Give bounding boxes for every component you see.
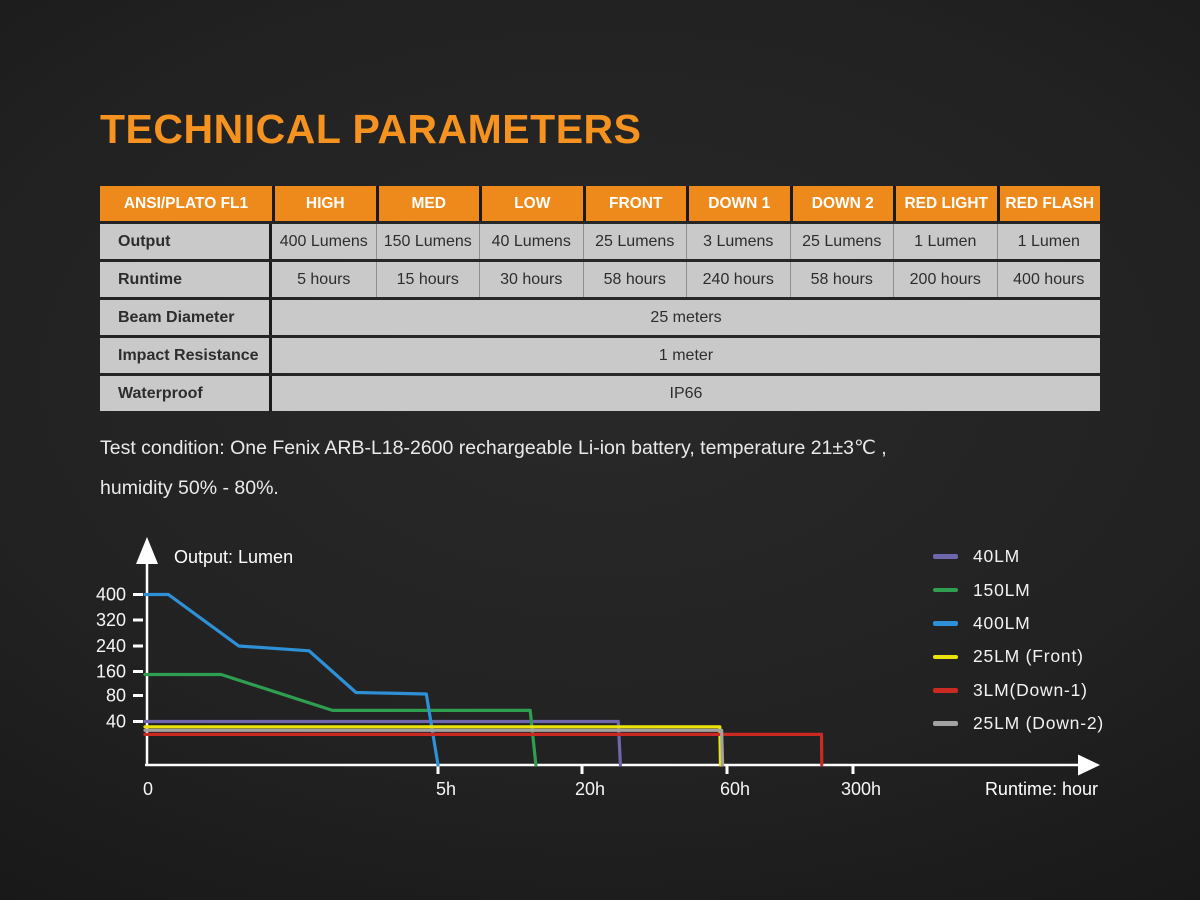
table-span-cell: 25 meters xyxy=(272,300,1100,335)
table-cell: 25 Lumens xyxy=(583,224,687,259)
table-cell: 1 Lumen xyxy=(893,224,997,259)
legend-label: 400LM xyxy=(973,613,1031,634)
legend-item: 150LM xyxy=(933,573,1104,606)
legend-label: 40LM xyxy=(973,546,1020,567)
legend-item: 400LM xyxy=(933,607,1104,640)
y-tick-label: 320 xyxy=(96,610,126,630)
header-cell-front: FRONT xyxy=(583,186,687,221)
header-cell-low: LOW xyxy=(479,186,583,221)
x-tick-label: 20h xyxy=(575,779,605,799)
table-cell: 400 hours xyxy=(997,262,1101,297)
spec-sheet-page: TECHNICAL PARAMETERS ANSI/PLATO FL1HIGHM… xyxy=(0,0,1200,900)
legend-label: 25LM (Front) xyxy=(973,646,1084,667)
legend-swatch-icon xyxy=(933,554,958,559)
header-cell-down-1: DOWN 1 xyxy=(686,186,790,221)
row-label: Runtime xyxy=(100,262,272,297)
table-cell: 25 Lumens xyxy=(790,224,894,259)
legend-swatch-icon xyxy=(933,688,958,693)
table-row: Impact Resistance1 meter xyxy=(100,338,1100,373)
y-tick-label: 80 xyxy=(106,686,126,706)
series-line-400lm xyxy=(145,595,438,766)
table-row: WaterproofIP66 xyxy=(100,376,1100,411)
table-cell: 58 hours xyxy=(790,262,894,297)
legend-label: 150LM xyxy=(973,580,1031,601)
legend-swatch-icon xyxy=(933,588,958,593)
spec-table: ANSI/PLATO FL1HIGHMEDLOWFRONTDOWN 1DOWN … xyxy=(100,183,1100,414)
legend-item: 40LM xyxy=(933,540,1104,573)
y-tick-label: 40 xyxy=(106,712,126,732)
x-tick-label: 0 xyxy=(143,779,153,799)
table-cell: 400 Lumens xyxy=(272,224,376,259)
table-cell: 3 Lumens xyxy=(686,224,790,259)
table-cell: 58 hours xyxy=(583,262,687,297)
table-cell: 150 Lumens xyxy=(376,224,480,259)
legend-item: 3LM(Down-1) xyxy=(933,674,1104,707)
table-cell: 40 Lumens xyxy=(479,224,583,259)
y-axis-title: Output: Lumen xyxy=(174,547,293,567)
table-cell: 240 hours xyxy=(686,262,790,297)
test-condition-note: Test condition: One Fenix ARB-L18-2600 r… xyxy=(100,428,1100,508)
legend-swatch-icon xyxy=(933,721,958,726)
page-title: TECHNICAL PARAMETERS xyxy=(100,106,642,153)
x-tick-label: 5h xyxy=(436,779,456,799)
legend-item: 25LM (Front) xyxy=(933,640,1104,673)
table-span-cell: 1 meter xyxy=(272,338,1100,373)
table-cell: 1 Lumen xyxy=(997,224,1101,259)
table-row: Output400 Lumens150 Lumens40 Lumens25 Lu… xyxy=(100,224,1100,259)
legend-label: 25LM (Down-2) xyxy=(973,713,1104,734)
header-cell-down-2: DOWN 2 xyxy=(790,186,894,221)
legend-swatch-icon xyxy=(933,621,958,626)
spec-table-header-row: ANSI/PLATO FL1HIGHMEDLOWFRONTDOWN 1DOWN … xyxy=(100,186,1100,221)
table-cell: 15 hours xyxy=(376,262,480,297)
x-tick-label: 60h xyxy=(720,779,750,799)
header-cell-ansi-plato: ANSI/PLATO FL1 xyxy=(100,186,272,221)
x-tick-label: 300h xyxy=(841,779,881,799)
legend-swatch-icon xyxy=(933,655,958,660)
test-condition-line2: humidity 50% - 80%. xyxy=(100,477,279,499)
row-label: Waterproof xyxy=(100,376,272,411)
chart-legend: 40LM 150LM 400LM 25LM (Front) 3LM(Down-1) 25L… xyxy=(933,540,1104,740)
header-cell-red-light: RED LIGHT xyxy=(893,186,997,221)
table-row: Beam Diameter25 meters xyxy=(100,300,1100,335)
header-cell-red-flash: RED FLASH xyxy=(997,186,1101,221)
table-row: Runtime5 hours15 hours30 hours58 hours24… xyxy=(100,262,1100,297)
row-label: Output xyxy=(100,224,272,259)
x-axis-arrow-icon xyxy=(1078,755,1100,776)
spec-table-wrap: ANSI/PLATO FL1HIGHMEDLOWFRONTDOWN 1DOWN … xyxy=(100,183,1100,414)
legend-label: 3LM(Down-1) xyxy=(973,680,1088,701)
series-line-150lm xyxy=(145,675,536,766)
table-cell: 200 hours xyxy=(893,262,997,297)
x-axis-title: Runtime: hour xyxy=(985,779,1098,799)
table-cell: 5 hours xyxy=(272,262,376,297)
row-label: Impact Resistance xyxy=(100,338,272,373)
y-tick-label: 160 xyxy=(96,662,126,682)
y-tick-label: 240 xyxy=(96,636,126,656)
y-axis-arrow-icon xyxy=(136,537,158,564)
y-tick-label: 400 xyxy=(96,585,126,605)
test-condition-line1: Test condition: One Fenix ARB-L18-2600 r… xyxy=(100,437,887,459)
row-label: Beam Diameter xyxy=(100,300,272,335)
header-cell-med: MED xyxy=(376,186,480,221)
legend-item: 25LM (Down-2) xyxy=(933,707,1104,740)
table-span-cell: IP66 xyxy=(272,376,1100,411)
table-cell: 30 hours xyxy=(479,262,583,297)
header-cell-high: HIGH xyxy=(272,186,376,221)
